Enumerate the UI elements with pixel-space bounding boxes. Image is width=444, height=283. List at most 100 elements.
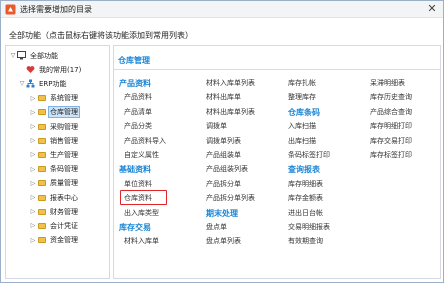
tree-item[interactable]: 我的常用(17) — [18, 64, 82, 75]
selection-highlight — [120, 190, 167, 206]
folder-icon — [37, 193, 46, 202]
tree-item[interactable]: ▷ 财务管理 — [29, 206, 79, 217]
expand-toggle-icon[interactable]: ▷ — [29, 194, 37, 201]
function-item[interactable]: 盘点单 — [206, 222, 227, 232]
function-item[interactable]: 产品组装单 — [206, 150, 241, 160]
function-item[interactable]: 材料入库单 — [124, 236, 159, 246]
function-item[interactable]: 单位资料 — [124, 179, 152, 189]
function-item[interactable]: 自定义属性 — [124, 150, 159, 160]
function-item[interactable]: 产品资料 — [124, 92, 152, 102]
folder-icon — [37, 165, 46, 174]
tree-item-label: 系统管理 — [50, 94, 78, 103]
instruction-text: 全部功能（点击鼠标右键将该功能添加到常用列表） — [9, 31, 193, 40]
expand-toggle-icon[interactable]: ▷ — [29, 137, 37, 144]
tree-item-label: 报表中心 — [50, 193, 78, 202]
function-item[interactable]: 库存标签打印 — [370, 150, 412, 160]
tree-item[interactable]: ▷ 销售管理 — [29, 135, 79, 146]
tree-item[interactable]: ▷ 系统管理 — [29, 93, 79, 104]
function-item[interactable]: 调拨单列表 — [206, 136, 241, 146]
tree-item-label: 销售管理 — [50, 136, 78, 145]
expand-toggle-icon[interactable]: ▽ — [18, 80, 26, 87]
tree-item-label: 条码管理 — [50, 165, 78, 174]
function-item[interactable]: 材料出库单列表 — [206, 107, 255, 117]
function-item[interactable]: 库存明细表 — [288, 179, 323, 189]
function-item[interactable]: 产品分类 — [124, 121, 152, 131]
function-item[interactable]: 库存金额表 — [288, 193, 323, 203]
function-panel: 仓库管理 产品资料 产品资料 产品清单 产品分类 产品资料导入 自定义属性 基础资料 单位资料… — [113, 45, 441, 279]
tree-item[interactable]: ▽ 全部功能 — [9, 50, 59, 61]
function-item[interactable]: 材料出库单 — [206, 92, 241, 102]
expand-toggle-icon[interactable]: ▷ — [29, 166, 37, 173]
function-item[interactable]: 调拨单 — [206, 121, 227, 131]
tree-item[interactable]: ▷ 质量管理 — [29, 178, 79, 189]
expand-toggle-icon[interactable]: ▷ — [29, 151, 37, 158]
function-item[interactable]: 交易明细报表 — [288, 222, 330, 232]
tree-item-label: ERP功能 — [39, 79, 67, 88]
app-icon — [5, 4, 16, 15]
function-item[interactable]: 出库扫描 — [288, 136, 316, 146]
function-tree[interactable]: ▽ 全部功能 我的常用(17) ▽ ERP功能 ▷ 系统管理 ▷ 仓库管理 ▷ 采购管理 ▷ 销售管理 ▷… — [5, 45, 110, 279]
category-heading: 查询报表 — [288, 165, 320, 175]
expand-toggle-icon[interactable]: ▷ — [29, 237, 37, 244]
expand-toggle-icon[interactable]: ▷ — [29, 208, 37, 215]
function-item[interactable]: 库存明细打印 — [370, 121, 412, 131]
function-item[interactable]: 产品拆分单 — [206, 179, 241, 189]
function-item[interactable]: 产品组装列表 — [206, 164, 248, 174]
folder-icon — [37, 150, 46, 159]
function-item[interactable]: 有效期查询 — [288, 236, 323, 246]
close-button[interactable]: ✕ — [425, 2, 439, 16]
expand-toggle-icon[interactable]: ▽ — [9, 52, 17, 59]
panel-title: 仓库管理 — [118, 56, 150, 65]
function-item[interactable]: 盘点单列表 — [206, 236, 241, 246]
expand-toggle-icon[interactable]: ▷ — [29, 95, 37, 102]
folder-icon — [37, 236, 46, 245]
folder-icon — [37, 94, 46, 103]
category-heading: 期末处理 — [206, 208, 238, 218]
tree-item-label: 财务管理 — [50, 207, 78, 216]
tree-item-label: 采购管理 — [50, 122, 78, 131]
tree-item[interactable]: ▷ 报表中心 — [29, 192, 79, 203]
folder-icon — [37, 179, 46, 188]
tree-item[interactable]: ▷ 生产管理 — [29, 149, 79, 160]
tree-item[interactable]: ▷ 仓库管理 — [29, 106, 80, 119]
expand-toggle-icon[interactable]: ▷ — [29, 109, 37, 116]
function-item[interactable]: 条码标签打印 — [288, 150, 330, 160]
function-item[interactable]: 库存扎帐 — [288, 78, 316, 88]
function-item[interactable]: 产品资料导入 — [124, 136, 166, 146]
function-item[interactable]: 产品综合查询 — [370, 107, 412, 117]
header-divider — [114, 69, 440, 70]
expand-toggle-icon[interactable]: ▷ — [29, 123, 37, 130]
monitor-icon — [17, 51, 26, 60]
tree-item-label: 仓库管理 — [48, 106, 80, 119]
network-icon — [26, 79, 35, 88]
expand-toggle-icon[interactable]: ▷ — [29, 180, 37, 187]
tree-item-label: 我的常用(17) — [39, 65, 82, 74]
title-bar[interactable]: 选择需要增加的目录 ✕ — [1, 1, 443, 18]
category-heading: 库存交易 — [119, 223, 151, 232]
tree-item[interactable]: ▽ ERP功能 — [18, 78, 68, 89]
function-item[interactable]: 呆滞明细表 — [370, 78, 405, 88]
tree-item[interactable]: ▷ 资金管理 — [29, 235, 79, 246]
expand-toggle-icon[interactable]: ▷ — [29, 222, 37, 229]
tree-item[interactable]: ▷ 条码管理 — [29, 164, 79, 175]
function-item[interactable]: 产品清单 — [124, 107, 152, 117]
tree-item-label: 全部功能 — [30, 51, 58, 60]
function-item[interactable]: 出入库类型 — [124, 208, 159, 218]
function-item[interactable]: 库存历史查询 — [370, 92, 412, 102]
tree-item-label: 质量管理 — [50, 179, 78, 188]
tree-item-label: 资金管理 — [50, 236, 78, 245]
folder-icon — [37, 207, 46, 216]
function-item[interactable]: 进出日台帐 — [288, 208, 323, 218]
tree-item-label: 生产管理 — [50, 150, 78, 159]
function-item[interactable]: 入库扫描 — [288, 121, 316, 131]
category-heading: 基础资料 — [119, 165, 151, 175]
function-item[interactable]: 材料入库单列表 — [206, 78, 255, 88]
tree-item[interactable]: ▷ 采购管理 — [29, 121, 79, 132]
function-item[interactable]: 库存交易打印 — [370, 136, 412, 146]
function-item[interactable]: 整理库存 — [288, 92, 316, 102]
function-item[interactable]: 产品拆分单列表 — [206, 193, 255, 203]
folder-icon — [37, 221, 46, 230]
folder-icon — [37, 108, 46, 117]
category-heading: 产品资料 — [119, 79, 151, 88]
tree-item[interactable]: ▷ 会计凭证 — [29, 220, 79, 231]
